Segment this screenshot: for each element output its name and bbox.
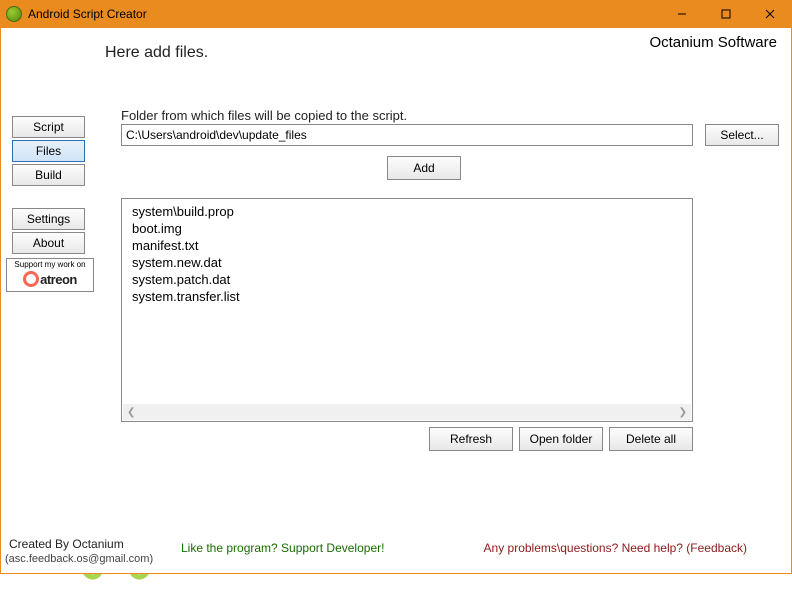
patreon-top-text: Support my work on [9, 261, 91, 269]
support-developer-link[interactable]: Like the program? Support Developer! [181, 541, 384, 555]
add-button[interactable]: Add [387, 156, 461, 180]
tab-script[interactable]: Script [12, 116, 85, 138]
delete-all-button[interactable]: Delete all [609, 427, 693, 451]
file-item[interactable]: system\build.prop [132, 203, 682, 220]
minimize-button[interactable] [660, 0, 704, 28]
horizontal-scrollbar[interactable]: ❮ ❯ [123, 404, 691, 420]
title-bar: Android Script Creator [0, 0, 792, 28]
window-title: Android Script Creator [28, 7, 147, 21]
created-by-label: Created By Octanium [9, 537, 124, 551]
open-folder-button[interactable]: Open folder [519, 427, 603, 451]
refresh-button[interactable]: Refresh [429, 427, 513, 451]
select-folder-button[interactable]: Select... [705, 124, 779, 146]
close-button[interactable] [748, 0, 792, 28]
settings-button[interactable]: Settings [12, 208, 85, 230]
file-item[interactable]: system.patch.dat [132, 271, 682, 288]
patreon-icon [23, 271, 39, 287]
file-item[interactable]: system.transfer.list [132, 288, 682, 305]
patreon-word: atreon [40, 273, 77, 286]
folder-path-input[interactable]: C:\Users\android\dev\update_files [121, 124, 693, 146]
file-list[interactable]: system\build.prop boot.img manifest.txt … [121, 198, 693, 422]
feedback-email: (asc.feedback.os@gmail.com) [5, 553, 153, 565]
app-icon [6, 6, 22, 22]
file-item[interactable]: boot.img [132, 220, 682, 237]
scroll-left-icon[interactable]: ❮ [127, 404, 135, 421]
file-item[interactable]: manifest.txt [132, 237, 682, 254]
tab-files[interactable]: Files [12, 140, 85, 162]
scroll-right-icon[interactable]: ❯ [679, 404, 687, 421]
patreon-badge[interactable]: Support my work on atreon [6, 258, 94, 292]
folder-label: Folder from which files will be copied t… [121, 108, 407, 123]
file-item[interactable]: system.new.dat [132, 254, 682, 271]
about-button[interactable]: About [12, 232, 85, 254]
maximize-button[interactable] [704, 0, 748, 28]
feedback-link[interactable]: Any problems\questions? Need help? (Feed… [484, 541, 747, 555]
page-heading: Here add files. [105, 44, 208, 62]
company-label: Octanium Software [649, 34, 777, 51]
tab-build[interactable]: Build [12, 164, 85, 186]
